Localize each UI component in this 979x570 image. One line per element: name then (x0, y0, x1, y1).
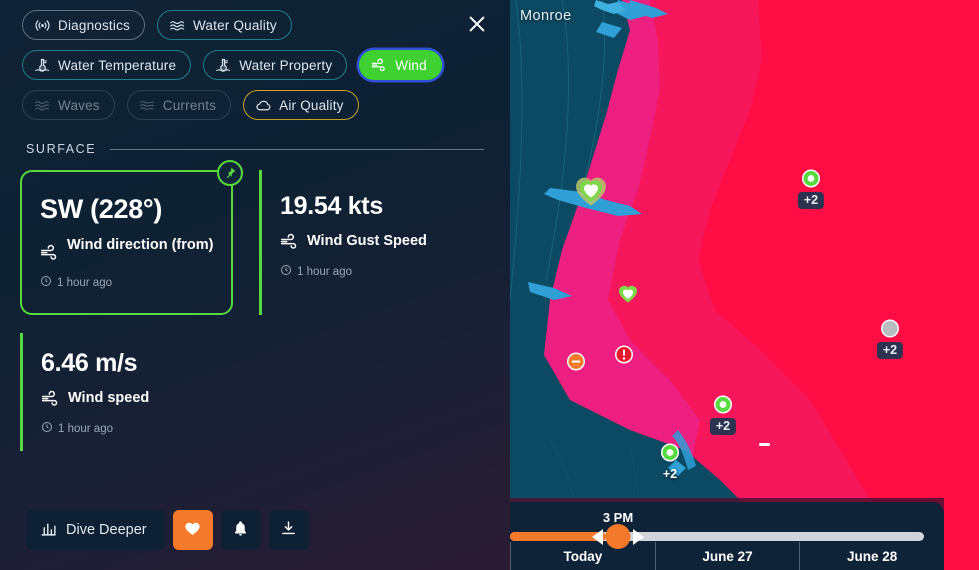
timeline-track[interactable] (510, 524, 924, 549)
map-basemap (510, 0, 979, 570)
metric-label: Wind direction (from) (40, 236, 217, 268)
pin-icon[interactable] (217, 160, 243, 186)
metric-label: Wind Gust Speed (280, 232, 427, 257)
metric-timestamp: 1 hour ago (41, 421, 149, 436)
waves-icon (34, 97, 51, 114)
metric-timestamp: 1 hour ago (40, 275, 217, 290)
metric-label: Wind speed (41, 389, 149, 414)
station-marker[interactable] (801, 169, 821, 194)
chip-air-quality[interactable]: Air Quality (243, 90, 359, 120)
close-panel-button[interactable] (464, 11, 490, 37)
alert-station-marker[interactable] (614, 345, 634, 370)
metric-value: 6.46 m/s (41, 349, 138, 377)
offline-station-marker[interactable] (566, 352, 586, 377)
bell-icon (232, 520, 249, 541)
metric-label-text: Wind Gust Speed (307, 233, 427, 249)
chip-label: Water Property (239, 57, 333, 73)
metric-timestamp-text: 1 hour ago (297, 265, 352, 278)
metric-timestamp: 1 hour ago (280, 264, 427, 279)
heart-icon (184, 520, 201, 541)
metric-timestamp-text: 1 hour ago (57, 276, 112, 289)
wind-icon (40, 236, 60, 268)
chip-waves[interactable]: Waves (22, 90, 115, 120)
chip-label: Waves (58, 97, 100, 113)
chip-label: Water Temperature (58, 57, 177, 73)
metric-timestamp-text: 1 hour ago (58, 422, 113, 435)
inactive-station-marker[interactable] (880, 319, 900, 344)
panel-action-toolbar: Dive Deeper (26, 510, 309, 550)
waves-icon (169, 17, 186, 34)
metric-card-wind-direction[interactable]: SW (228°) Wind direction (from) 1 hour a… (20, 160, 243, 315)
chip-label: Diagnostics (58, 17, 130, 33)
chip-label: Currents (162, 97, 217, 113)
timeline-day-labels: Today June 27 June 28 (510, 542, 944, 570)
metric-label-text: Wind speed (68, 390, 150, 406)
marker-cluster-badge[interactable]: +2 (657, 466, 683, 483)
timeline-control[interactable]: 3 PM Today June 27 June 28 (510, 502, 944, 570)
surface-section-header: SURFACE (26, 142, 484, 156)
dive-deeper-label: Dive Deeper (66, 522, 147, 538)
download-button[interactable] (268, 510, 309, 550)
signal-icon (34, 17, 51, 34)
dive-deeper-button[interactable]: Dive Deeper (26, 510, 165, 550)
favorite-button[interactable] (172, 510, 213, 550)
station-details-panel: Diagnostics Water Quality Water Temperatur… (0, 0, 510, 570)
wind-icon (41, 389, 61, 414)
chip-water-property[interactable]: Water Property (203, 50, 348, 80)
marker-cluster-badge[interactable]: +2 (797, 192, 825, 209)
timeline-current-time: 3 PM (602, 510, 634, 525)
thermometer-icon (215, 57, 232, 74)
alert-button[interactable] (220, 510, 261, 550)
chip-label: Water Quality (192, 17, 277, 33)
wind-icon (371, 57, 388, 74)
cloud-icon (255, 97, 272, 114)
download-icon (280, 520, 297, 541)
app-root: Diagnostics Water Quality Water Temperatur… (0, 0, 979, 570)
thermometer-icon (34, 57, 51, 74)
metric-card-wind-speed[interactable]: 6.46 m/s Wind speed 1 hour ago (20, 333, 159, 451)
parameter-chip-list: Diagnostics Water Quality Water Temperatur… (0, 0, 470, 120)
bar-chart-icon (40, 520, 57, 541)
metric-card-wind-gust-speed[interactable]: 19.54 kts Wind Gust Speed 1 hour ago (259, 170, 437, 315)
metric-card-grid: SW (228°) Wind direction (from) 1 hour a… (0, 160, 510, 451)
station-marker[interactable] (660, 443, 680, 468)
favorite-station-marker[interactable] (616, 282, 640, 311)
favorite-station-marker[interactable] (570, 169, 612, 216)
section-title: SURFACE (26, 142, 97, 156)
map-view[interactable]: Monroe +2 +2 +2 +2 3 PM Today June 27 June 28 (510, 0, 979, 570)
chip-diagnostics[interactable]: Diagnostics (22, 10, 145, 40)
chip-label: Air Quality (279, 97, 344, 113)
currents-icon (139, 97, 156, 114)
clock-icon (41, 421, 53, 436)
chip-wind[interactable]: Wind (359, 50, 442, 80)
clock-icon (40, 275, 52, 290)
chip-label: Wind (395, 57, 427, 73)
map-city-label: Monroe (520, 8, 572, 24)
wind-icon (280, 232, 300, 257)
chip-water-quality[interactable]: Water Quality (156, 10, 292, 40)
station-marker[interactable] (713, 395, 733, 420)
timeline-day[interactable]: Today (510, 542, 655, 570)
metric-value: 19.54 kts (280, 192, 383, 220)
timeline-day[interactable]: June 27 (654, 542, 800, 570)
marker-cluster-badge[interactable]: +2 (876, 342, 904, 359)
metric-value: SW (228°) (40, 194, 163, 224)
marker-cluster-badge[interactable]: +2 (709, 418, 737, 435)
chip-water-temperature[interactable]: Water Temperature (22, 50, 192, 80)
chip-currents[interactable]: Currents (126, 90, 232, 120)
divider (110, 148, 484, 150)
timeline-day[interactable]: June 28 (799, 542, 944, 570)
clock-icon (280, 264, 292, 279)
map-scale-dash (759, 443, 770, 446)
metric-label-text: Wind direction (from) (67, 237, 214, 253)
